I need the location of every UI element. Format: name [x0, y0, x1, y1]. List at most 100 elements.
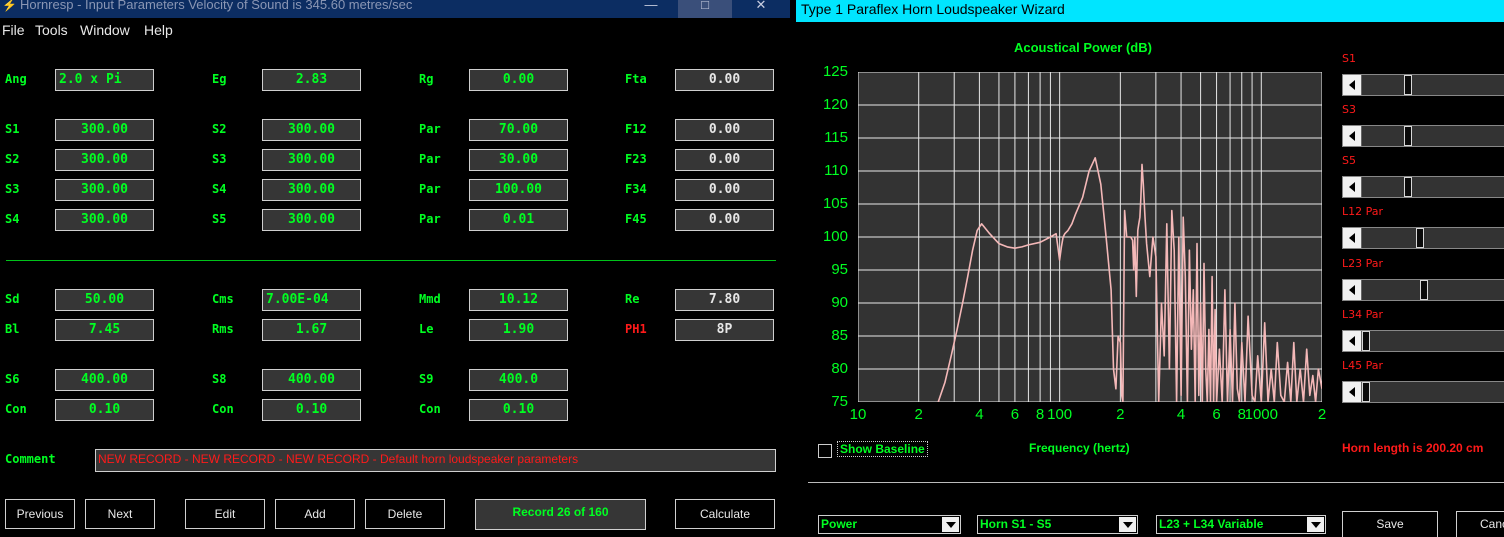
slider-left-arrow-icon[interactable] — [1343, 75, 1362, 95]
next-button[interactable]: Next — [85, 499, 155, 529]
y-tick-label: 85 — [831, 327, 848, 344]
param-field[interactable]: 1.90 — [469, 319, 568, 341]
menu-tools[interactable]: Tools — [35, 22, 68, 38]
param-field[interactable]: 0.01 — [469, 209, 568, 231]
param-field[interactable]: 0.00 — [675, 209, 774, 231]
slider-track[interactable] — [1342, 74, 1504, 96]
maximize-button[interactable]: □ — [678, 0, 732, 18]
param-label: Re — [625, 292, 640, 306]
x-tick-label: 8 — [1035, 406, 1045, 423]
slider-track[interactable] — [1342, 381, 1504, 403]
param-field-ph1[interactable]: 8P — [675, 319, 774, 341]
right-title-bar: Type 1 Paraflex Horn Loudspeaker Wizard — [796, 0, 1504, 22]
param-field[interactable]: 400.00 — [262, 369, 361, 391]
param-field[interactable]: 1.67 — [262, 319, 361, 341]
previous-button[interactable]: Previous — [5, 499, 75, 529]
variable-select[interactable]: L23 + L34 Variable — [1156, 515, 1326, 534]
param-field[interactable]: 0.00 — [675, 149, 774, 171]
chart-svg — [857, 71, 1323, 403]
param-field[interactable]: 300.00 — [55, 119, 154, 141]
save-button[interactable]: Save — [1342, 511, 1438, 537]
param-field[interactable]: 300.00 — [55, 149, 154, 171]
close-button[interactable]: ✕ — [734, 0, 788, 18]
param-label: Con — [5, 402, 27, 416]
param-field[interactable]: 300.00 — [262, 149, 361, 171]
param-field[interactable]: 0.10 — [469, 399, 568, 421]
param-field[interactable]: 7.45 — [55, 319, 154, 341]
slider-left-arrow-icon[interactable] — [1343, 280, 1362, 300]
edit-button[interactable]: Edit — [185, 499, 265, 529]
y-tick-label: 95 — [831, 261, 848, 278]
param-field[interactable]: 0.00 — [675, 179, 774, 201]
slider-thumb[interactable] — [1404, 177, 1412, 197]
calculate-button[interactable]: Calculate — [675, 499, 775, 529]
menu-window[interactable]: Window — [80, 22, 130, 38]
menu-file[interactable]: File — [2, 22, 25, 38]
delete-button[interactable]: Delete — [365, 499, 445, 529]
param-field[interactable]: 50.00 — [55, 289, 154, 311]
slider-thumb[interactable] — [1404, 75, 1412, 95]
param-field[interactable]: 0.00 — [675, 119, 774, 141]
param-field[interactable]: 0.10 — [262, 399, 361, 421]
param-label: Par — [419, 182, 441, 196]
param-label: Par — [419, 212, 441, 226]
minimize-button[interactable]: — — [624, 0, 678, 18]
slider-track[interactable] — [1342, 330, 1504, 352]
param-field[interactable]: 7.80 — [675, 289, 774, 311]
param-field[interactable]: 300.00 — [262, 209, 361, 231]
x-tick-label: 10 — [849, 406, 867, 423]
menu-help[interactable]: Help — [144, 22, 173, 38]
param-label: Par — [419, 152, 441, 166]
show-baseline-checkbox[interactable] — [818, 444, 832, 458]
param-field[interactable]: 70.00 — [469, 119, 568, 141]
param-field[interactable]: 0.10 — [55, 399, 154, 421]
param-label: S8 — [212, 372, 227, 386]
separator-line — [6, 260, 776, 261]
param-field[interactable]: 300.00 — [262, 179, 361, 201]
slider-left-arrow-icon[interactable] — [1343, 331, 1362, 351]
param-field[interactable]: 7.00E-04 — [262, 289, 361, 311]
slider-thumb[interactable] — [1362, 382, 1370, 402]
slider-left-arrow-icon[interactable] — [1343, 126, 1362, 146]
param-label: Mmd — [419, 292, 441, 306]
slider-label: S1 — [1342, 52, 1356, 65]
param-field-ang[interactable]: 2.0 x Pi — [55, 69, 154, 91]
param-field-fta[interactable]: 0.00 — [675, 69, 774, 91]
param-field[interactable]: 400.00 — [55, 369, 154, 391]
param-field[interactable]: 300.00 — [55, 179, 154, 201]
slider-track[interactable] — [1342, 176, 1504, 198]
cancel-button[interactable]: Canc — [1456, 511, 1504, 537]
record-status: Record 26 of 160 — [475, 499, 646, 530]
param-field[interactable]: 10.12 — [469, 289, 568, 311]
slider-thumb[interactable] — [1416, 228, 1424, 248]
output-type-select[interactable]: Power — [818, 515, 961, 534]
comment-field[interactable]: NEW RECORD - NEW RECORD - NEW RECORD - D… — [95, 449, 776, 472]
slider-left-arrow-icon[interactable] — [1343, 228, 1362, 248]
param-label: Ang — [5, 72, 27, 86]
wizard-window: Type 1 Paraflex Horn Loudspeaker Wizard … — [796, 0, 1504, 537]
param-field[interactable]: 30.00 — [469, 149, 568, 171]
dropdown-arrow-icon[interactable] — [942, 517, 959, 532]
slider-track[interactable] — [1342, 227, 1504, 249]
slider-thumb[interactable] — [1362, 331, 1370, 351]
slider-thumb[interactable] — [1419, 280, 1428, 300]
param-field[interactable]: 300.00 — [262, 119, 361, 141]
x-tick-label: 6 — [1212, 406, 1221, 423]
param-label: S2 — [212, 122, 227, 136]
add-button[interactable]: Add — [275, 499, 355, 529]
slider-left-arrow-icon[interactable] — [1343, 382, 1362, 402]
param-field-rg[interactable]: 0.00 — [469, 69, 568, 91]
param-field[interactable]: 300.00 — [55, 209, 154, 231]
dropdown-arrow-icon[interactable] — [1119, 517, 1136, 532]
slider-track[interactable] — [1342, 279, 1504, 301]
slider-left-arrow-icon[interactable] — [1343, 177, 1362, 197]
horn-select[interactable]: Horn S1 - S5 — [977, 515, 1138, 534]
slider-thumb[interactable] — [1404, 126, 1412, 146]
slider-track[interactable] — [1342, 125, 1504, 147]
param-field-eg[interactable]: 2.83 — [262, 69, 361, 91]
param-field[interactable]: 100.00 — [469, 179, 568, 201]
show-baseline-label[interactable]: Show Baseline — [837, 441, 928, 457]
param-field[interactable]: 400.0 — [469, 369, 568, 391]
param-label: Rg — [419, 72, 434, 86]
dropdown-arrow-icon[interactable] — [1307, 517, 1324, 532]
